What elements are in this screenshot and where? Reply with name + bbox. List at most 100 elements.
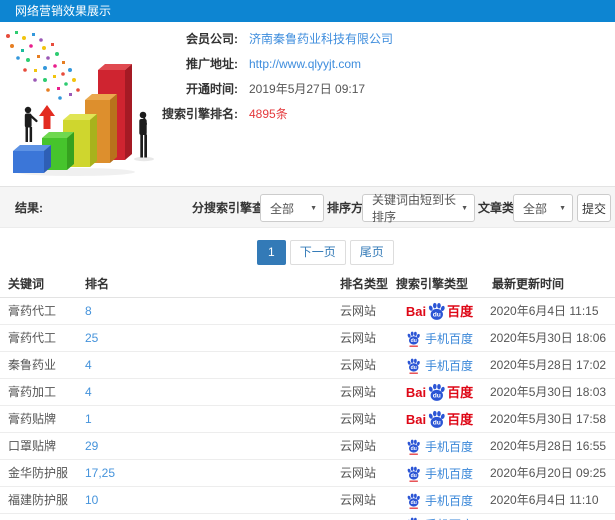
- baidu-logo: Bai du 百度: [406, 380, 473, 406]
- rank-type-cell: 云网站: [340, 331, 377, 345]
- mobile-baidu-logo: du 手机百度: [406, 353, 473, 379]
- keyword-cell: 膏药代工: [8, 304, 57, 318]
- engine-cell: Bai du 百度: [392, 352, 487, 379]
- next-page-button[interactable]: 下一页: [289, 240, 346, 265]
- rank-link[interactable]: 29: [85, 433, 335, 459]
- keyword-cell: 金华防护服: [8, 466, 69, 480]
- submit-button[interactable]: 提交: [577, 194, 611, 222]
- rank-type-cell: 云网站: [340, 439, 377, 453]
- table-row[interactable]: 膏药代工 8 云网站 Bai du 百度 2020年6月4日 11:15: [0, 298, 615, 325]
- rank-type-cell: 云网站: [340, 358, 377, 372]
- table-body: 膏药代工 8 云网站 Bai du 百度 2020年6月4日 11:15 膏药代…: [0, 298, 615, 520]
- promo-url-row: 推广地址: http://www.qlyyjt.com: [0, 51, 470, 76]
- table-row[interactable]: 秦鲁药业 4 云网站 Bai du: [0, 352, 615, 379]
- updated-cell: 2020年5月30日 18:06: [490, 331, 607, 345]
- svg-text:du: du: [411, 473, 417, 479]
- mobile-baidu-paw-icon: du: [407, 358, 420, 374]
- engine-rank-count: 4895条: [249, 107, 288, 121]
- mobile-baidu-logo: du 手机百度: [406, 461, 473, 487]
- mobile-baidu-logo: du 手机百度: [406, 326, 473, 352]
- keyword-cell: 福建防护服: [8, 493, 69, 507]
- baidu-paw-icon: du: [429, 384, 445, 402]
- baidu-paw-icon: du: [429, 303, 445, 321]
- table-row[interactable]: 福建防护服 10 云网站 Bai du: [0, 487, 615, 514]
- engine-cell: Bai du 百度: [392, 406, 487, 433]
- engine-cell: Bai du 百度: [392, 460, 487, 487]
- mobile-baidu-label: 手机百度: [424, 466, 473, 481]
- table-row[interactable]: 膏药代工 25 云网站 Bai du: [0, 325, 615, 352]
- table-row[interactable]: 膏药贴牌 1 云网站 Bai du 百度 2020年5月30日 17:58: [0, 406, 615, 433]
- keyword-cell: 膏药代工: [8, 331, 57, 345]
- mobile-baidu-paw-icon: du: [407, 517, 420, 520]
- svg-text:du: du: [411, 500, 417, 506]
- rank-link[interactable]: 4: [85, 352, 335, 378]
- article-type-select[interactable]: 全部 ▼: [513, 194, 573, 222]
- updated-cell: 2020年5月30日 17:58: [490, 412, 607, 426]
- company-link[interactable]: 济南秦鲁药业科技有限公司: [249, 30, 393, 47]
- svg-text:du: du: [411, 446, 417, 452]
- sort-select[interactable]: 关键词由短到长排序 ▼: [362, 193, 475, 224]
- caret-down-icon: ▼: [461, 204, 468, 212]
- table-row[interactable]: 口罩贴牌 29 云网站 Bai du: [0, 433, 615, 460]
- filter-bar: 结果: 分搜索引擎查看 全部 ▼ 排序方式 关键词由短到长排序 ▼ 文章类型 全…: [0, 186, 615, 228]
- keyword-cell: 膏药贴牌: [8, 412, 57, 426]
- rank-link[interactable]: 10: [85, 487, 335, 513]
- mobile-baidu-paw-icon: du: [407, 493, 420, 509]
- mobile-baidu-logo: du 手机百度: [406, 488, 473, 514]
- caret-down-icon: ▼: [559, 204, 566, 212]
- mobile-baidu-label: 手机百度: [424, 439, 473, 454]
- baidu-logo: Bai du 百度: [406, 407, 473, 433]
- rank-type-cell: 云网站: [340, 385, 377, 399]
- updated-cell: 2020年6月4日 11:10: [490, 493, 599, 507]
- last-page-button[interactable]: 尾页: [349, 240, 394, 265]
- opened-time-value: 2019年5月27日 09:17: [249, 82, 366, 96]
- engine-cell: Bai du 百度: [392, 325, 487, 352]
- baidu-logo: Bai du 百度: [406, 299, 473, 325]
- engine-rank-row: 搜索引擎排名: 4895条: [0, 101, 470, 126]
- baidu-paw-icon: du: [429, 411, 445, 429]
- promo-url-link[interactable]: http://www.qlyyjt.com: [249, 57, 361, 71]
- mobile-baidu-label: 手机百度: [424, 331, 473, 346]
- result-label: 结果:: [15, 201, 43, 215]
- header-rank: 排名: [85, 277, 110, 291]
- svg-text:du: du: [411, 338, 417, 344]
- header-rank-type: 排名类型: [340, 277, 389, 291]
- company-label: 会员公司:: [186, 32, 238, 46]
- bar-blue: [13, 145, 51, 173]
- page-1-button[interactable]: 1: [257, 240, 286, 265]
- rank-link[interactable]: 17,25: [85, 460, 335, 486]
- engine-view-selected: 全部: [270, 201, 295, 216]
- mobile-baidu-paw-icon: du: [407, 439, 420, 455]
- table-row[interactable]: 膏药加工 4 云网站 Bai du 百度 2020年5月30日 18:03: [0, 379, 615, 406]
- svg-text:du: du: [433, 393, 441, 400]
- svg-text:du: du: [433, 420, 441, 427]
- rank-link[interactable]: 4: [85, 379, 335, 405]
- marketing-report-page: 网络营销效果展示 会员公司: 济南秦鲁药业科技有限公司 推广地址: http:/…: [0, 0, 615, 520]
- mobile-baidu-logo: du 手机百度: [406, 516, 473, 520]
- keyword-cell: 口罩贴牌: [8, 439, 57, 453]
- rank-link[interactable]: 8: [85, 298, 335, 324]
- rank-type-cell: 云网站: [340, 493, 377, 507]
- table-row[interactable]: 金华防护服 17,25 云网站 Bai du: [0, 460, 615, 487]
- updated-cell: 2020年6月20日 09:25: [490, 466, 607, 480]
- updated-cell: 2020年5月30日 18:03: [490, 385, 607, 399]
- rank-link[interactable]: 1: [85, 406, 335, 432]
- caret-down-icon: ▼: [310, 204, 317, 212]
- engine-cell: Bai du 百度: [392, 487, 487, 514]
- article-type-selected: 全部: [523, 201, 548, 216]
- page-title: 网络营销效果展示: [15, 4, 112, 18]
- rank-link[interactable]: 25: [85, 325, 335, 351]
- updated-cell: 2020年5月28日 17:02: [490, 358, 607, 372]
- rank-type-cell: 云网站: [340, 304, 377, 318]
- mobile-baidu-label: 手机百度: [425, 516, 473, 520]
- keyword-cell: 秦鲁药业: [8, 358, 57, 372]
- promo-url-label: 推广地址:: [186, 57, 238, 71]
- table-row[interactable]: Bai du 百度: [0, 514, 615, 520]
- updated-cell: 2020年6月4日 11:15: [490, 304, 599, 318]
- engine-view-select[interactable]: 全部 ▼: [260, 194, 324, 222]
- company-row: 会员公司: 济南秦鲁药业科技有限公司: [0, 26, 470, 51]
- keyword-cell: 膏药加工: [8, 385, 57, 399]
- engine-rank-label: 搜索引擎排名:: [162, 107, 238, 121]
- table-header: 关键词 排名 排名类型 搜索引擎类型 最新更新时间: [0, 272, 615, 298]
- mobile-baidu-paw-icon: du: [407, 331, 420, 347]
